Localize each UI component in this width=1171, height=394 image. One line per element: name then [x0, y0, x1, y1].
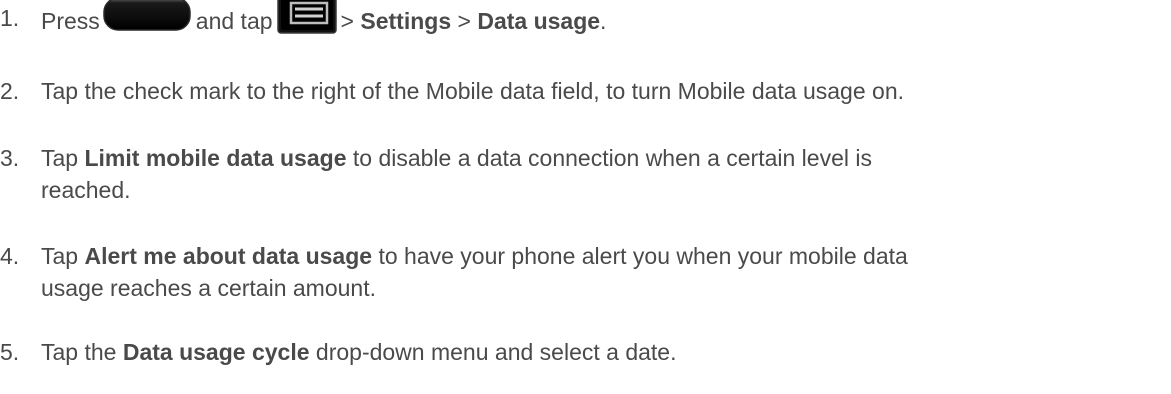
alert-me-about-data-usage-label: Alert me about data usage	[84, 243, 373, 269]
press-label: Press	[41, 8, 100, 35]
period: .	[600, 8, 607, 35]
step-text-continued: to disable a data connection when a cert…	[352, 145, 872, 171]
menu-key-icon	[276, 0, 337, 34]
tap-the-label: Tap the	[41, 339, 117, 365]
data-usage-label: Data usage	[477, 8, 601, 35]
step-number: 3.	[0, 145, 20, 171]
step-number: 4.	[0, 243, 20, 269]
step-number: 1.	[0, 5, 20, 31]
data-usage-cycle-label: Data usage cycle	[122, 339, 310, 365]
step-number: 2.	[0, 78, 20, 104]
step-number: 5.	[0, 339, 20, 365]
step-text: Press and tap > Settings > Data usage.	[41, 0, 1163, 44]
separator: >	[457, 8, 471, 35]
limit-mobile-data-usage-label: Limit mobile data usage	[84, 145, 347, 171]
step-text: Tap Limit mobile data usage to disable a…	[41, 142, 1163, 206]
step-text: Tap the Data usage cycle drop-down menu …	[41, 336, 1163, 368]
step-text-continued: to have your phone alert you when your m…	[378, 243, 908, 269]
step-text: Tap the check mark to the right of the M…	[41, 78, 905, 104]
step-text: Tap Alert me about data usage to have yo…	[41, 240, 1163, 304]
step-text-continued: drop-down menu and select a date.	[315, 339, 677, 365]
tap-label: Tap	[41, 145, 79, 171]
settings-label: Settings	[360, 8, 452, 35]
separator: >	[340, 8, 354, 35]
step-text-continued: reached.	[41, 177, 131, 203]
and-tap-label: and tap	[195, 8, 273, 35]
tap-label: Tap	[41, 243, 79, 269]
step-text-continued: usage reaches a certain amount.	[41, 275, 376, 301]
home-key-icon	[103, 0, 191, 31]
